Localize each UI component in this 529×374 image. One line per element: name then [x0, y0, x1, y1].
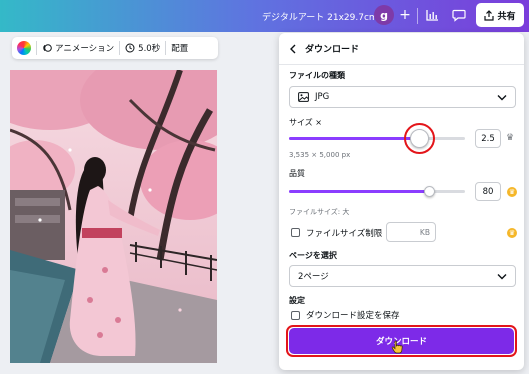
toolbar-divider: [36, 41, 37, 55]
quality-value-input[interactable]: 80: [475, 182, 501, 201]
avatar[interactable]: g: [374, 5, 394, 25]
color-picker-button[interactable]: [17, 41, 31, 55]
animation-icon: [43, 44, 52, 52]
top-bar: デジタルアート 21x29.7cm g + 共有: [0, 0, 529, 32]
share-label: 共有: [497, 11, 516, 22]
panel-title: ダウンロード: [305, 45, 360, 55]
size-thumb-highlight: [403, 123, 435, 154]
duration-label: 5.0秒: [138, 44, 161, 54]
file-size-limit-checkbox[interactable]: [291, 228, 300, 237]
page-select-label: ページを選択: [289, 251, 337, 260]
page-select[interactable]: 2ページ: [289, 265, 516, 287]
quality-label: 品質: [289, 169, 305, 178]
file-type-value: JPG: [315, 92, 330, 102]
file-size-limit-input[interactable]: KB: [386, 222, 436, 242]
settings-label: 設定: [289, 296, 305, 305]
crown-icon: ♛: [507, 187, 517, 197]
page-select-value: 2ページ: [298, 272, 329, 282]
crown-icon: ♛: [507, 228, 517, 238]
position-label: 配置: [171, 44, 189, 54]
toolbar-divider: [119, 41, 121, 55]
animation-label: アニメーション: [55, 44, 115, 54]
duration-button[interactable]: 5.0秒: [125, 42, 160, 54]
crown-icon: ♛: [506, 133, 515, 143]
image-icon: [298, 92, 309, 102]
size-label: サイズ ×: [289, 118, 323, 127]
download-panel: ダウンロード ファイルの種類 JPG サイズ × 2.5 ♛ 3,535 × 5…: [279, 33, 524, 370]
kb-unit: KB: [419, 227, 430, 237]
toolbar-divider: [165, 41, 167, 55]
file-size-limit-label: ファイルサイズ制限: [306, 229, 383, 239]
chevron-left-icon[interactable]: [289, 44, 297, 54]
size-slider-fill: [289, 137, 420, 140]
animation-button[interactable]: アニメーション: [42, 42, 114, 54]
document-title[interactable]: デジタルアート 21x29.7cm: [262, 10, 378, 23]
size-slider[interactable]: [289, 137, 465, 140]
panel-divider: [279, 64, 524, 65]
insights-button[interactable]: [420, 4, 444, 26]
quality-slider-fill: [289, 190, 430, 193]
comment-icon: [452, 9, 466, 22]
file-size-text: ファイルサイズ: 大: [289, 208, 350, 216]
context-toolbar: アニメーション 5.0秒 配置: [12, 37, 218, 59]
chevron-down-icon: [497, 95, 507, 101]
save-settings-label: ダウンロード設定を保存: [306, 311, 400, 321]
file-type-label: ファイルの種類: [289, 71, 345, 80]
chevron-down-icon: [497, 274, 507, 280]
position-button[interactable]: 配置: [171, 42, 188, 54]
toolbar-divider: [417, 8, 418, 24]
cursor-hand-icon: [391, 340, 403, 354]
comment-button[interactable]: [447, 4, 471, 26]
size-value-input[interactable]: 2.5: [475, 129, 501, 148]
chart-icon: [425, 10, 438, 21]
size-dimensions: 3,535 × 5,000 px: [289, 151, 351, 159]
add-collaborator-button[interactable]: +: [396, 6, 414, 24]
share-button[interactable]: 共有: [476, 3, 524, 27]
share-icon: [484, 9, 495, 21]
quality-slider-thumb[interactable]: [424, 186, 436, 197]
artwork-image[interactable]: [10, 70, 217, 363]
cherry-blossom-illustration: [10, 70, 217, 363]
save-settings-checkbox[interactable]: [291, 311, 300, 320]
panel-header[interactable]: ダウンロード: [289, 42, 359, 55]
clock-icon: [125, 43, 135, 53]
file-type-select[interactable]: JPG: [289, 86, 516, 108]
quality-slider[interactable]: [289, 190, 465, 193]
